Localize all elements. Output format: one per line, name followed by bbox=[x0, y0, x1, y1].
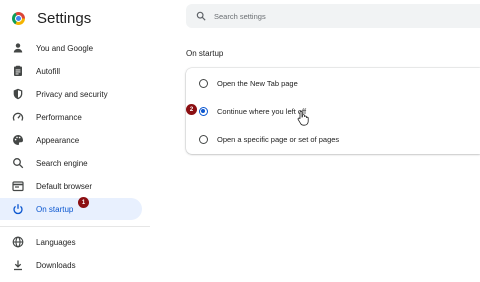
radio-button[interactable] bbox=[199, 78, 208, 88]
sidebar-item-search-engine[interactable]: Search engine bbox=[0, 152, 142, 174]
clipboard-icon bbox=[12, 65, 24, 77]
download-icon bbox=[12, 259, 24, 271]
sidebar-divider bbox=[0, 226, 150, 227]
power-icon bbox=[12, 203, 24, 215]
chrome-logo-icon bbox=[12, 11, 25, 25]
sidebar-item-on-startup[interactable]: On startup bbox=[0, 198, 142, 220]
sidebar-item-performance[interactable]: Performance bbox=[0, 106, 142, 128]
search-input[interactable] bbox=[214, 11, 444, 21]
brand: Settings bbox=[12, 8, 91, 28]
sidebar-item-privacy-and-security[interactable]: Privacy and security bbox=[0, 83, 142, 105]
option-label: Open a specific page or set of pages bbox=[217, 134, 340, 144]
sidebar: Settings You and Google Autofill Privacy… bbox=[0, 0, 150, 282]
sidebar-item-label: Autofill bbox=[36, 66, 61, 76]
browser-icon bbox=[12, 180, 24, 192]
person-icon bbox=[12, 42, 24, 54]
sidebar-item-appearance[interactable]: Appearance bbox=[0, 129, 142, 151]
sidebar-item-autofill[interactable]: Autofill bbox=[0, 60, 142, 82]
startup-options-card: Open the New Tab page Continue where you… bbox=[186, 68, 480, 154]
sidebar-item-label: On startup bbox=[36, 204, 74, 214]
palette-icon bbox=[12, 134, 24, 146]
annotation-badge-2: 2 bbox=[186, 104, 197, 115]
globe-icon bbox=[12, 236, 24, 248]
sidebar-item-label: Performance bbox=[36, 112, 82, 122]
sidebar-item-label: Appearance bbox=[36, 135, 80, 145]
sidebar-item-label: Default browser bbox=[36, 181, 93, 191]
search-box[interactable] bbox=[186, 4, 480, 28]
page-title: Settings bbox=[37, 9, 92, 27]
search-icon bbox=[196, 11, 206, 21]
option-label: Continue where you left off bbox=[217, 106, 307, 116]
sidebar-item-languages[interactable]: Languages bbox=[0, 231, 142, 253]
option-label: Open the New Tab page bbox=[217, 78, 298, 88]
sidebar-item-label: Downloads bbox=[36, 260, 76, 270]
shield-icon bbox=[12, 88, 24, 100]
sidebar-item-label: Privacy and security bbox=[36, 89, 108, 99]
section-title: On startup bbox=[186, 49, 224, 58]
annotation-badge-1: 1 bbox=[78, 197, 89, 208]
sidebar-item-label: Languages bbox=[36, 237, 76, 247]
sidebar-item-default-browser[interactable]: Default browser bbox=[0, 175, 142, 197]
option-new-tab-page[interactable]: Open the New Tab page bbox=[186, 69, 480, 97]
sidebar-item-label: You and Google bbox=[36, 43, 94, 53]
radio-button[interactable] bbox=[199, 134, 208, 144]
option-continue-where-left-off[interactable]: Continue where you left off bbox=[186, 97, 480, 125]
sidebar-item-downloads[interactable]: Downloads bbox=[0, 254, 142, 276]
sidebar-item-label: Search engine bbox=[36, 158, 88, 168]
sidebar-item-you-and-google[interactable]: You and Google bbox=[0, 37, 142, 59]
hand-cursor-icon bbox=[297, 110, 309, 126]
option-specific-pages[interactable]: Open a specific page or set of pages bbox=[186, 125, 480, 153]
radio-button-selected[interactable] bbox=[199, 106, 208, 116]
search-icon bbox=[12, 157, 24, 169]
speedometer-icon bbox=[12, 111, 24, 123]
